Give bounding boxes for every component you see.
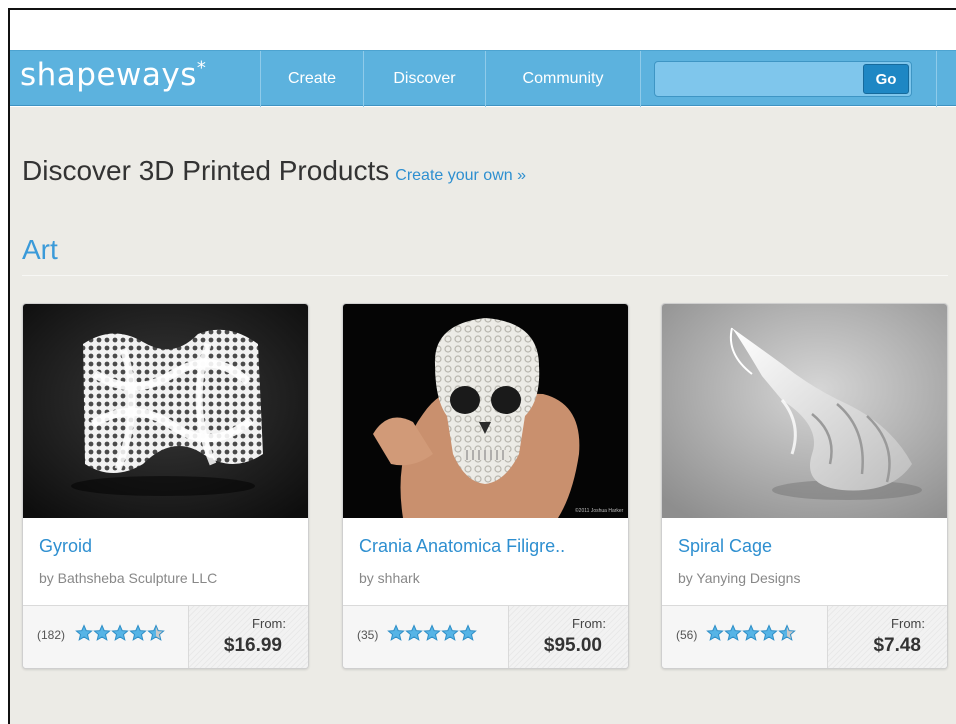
create-your-own-link[interactable]: Create your own » [395, 167, 526, 184]
nav-divider [936, 51, 937, 107]
product-image-spiral-cage[interactable] [662, 304, 947, 518]
from-label: From: [252, 616, 286, 631]
product-footer: (56) From: $7.48 [662, 605, 947, 668]
product-footer: (182) From: $16.99 [23, 605, 308, 668]
star-icon [778, 624, 796, 641]
product-footer: (35) From: $95.00 [343, 605, 628, 668]
section-title-art: Art [22, 234, 58, 265]
nav-discover[interactable]: Discover [364, 51, 485, 107]
star-icon [387, 624, 405, 641]
search-box: Go [654, 61, 912, 97]
rating-area: (56) [662, 606, 827, 668]
product-title[interactable]: Crania Anatomica Filigre.. [359, 536, 565, 557]
star-icon [147, 624, 165, 641]
star-icon [423, 624, 441, 641]
product-designer: by Bathsheba Sculpture LLC [39, 570, 218, 586]
star-rating [706, 624, 796, 646]
nav-create[interactable]: Create [261, 51, 363, 107]
section-divider [22, 275, 948, 276]
logo-asterisk: * [196, 57, 207, 79]
star-icon [93, 624, 111, 641]
product-image-crania-anatomica[interactable]: ©2011 Joshua Harker [343, 304, 628, 518]
search-input[interactable] [655, 62, 861, 96]
star-icon [706, 624, 724, 641]
nav-divider [640, 51, 641, 107]
product-card-gyroid: Gyroid by Bathsheba Sculpture LLC (182) … [22, 303, 309, 669]
rating-area: (35) [343, 606, 508, 668]
star-icon [724, 624, 742, 641]
nav-community[interactable]: Community [486, 51, 640, 107]
star-icon [75, 624, 93, 641]
browser-viewport: shapeways* Create Discover Community Go … [8, 8, 956, 724]
product-title[interactable]: Gyroid [39, 536, 92, 557]
price-area: From: $16.99 [188, 606, 308, 668]
top-navigation-bar: shapeways* Create Discover Community Go [10, 50, 956, 107]
star-icon [129, 624, 147, 641]
product-price: $7.48 [873, 635, 921, 656]
star-icon [459, 624, 477, 641]
star-icon [111, 624, 129, 641]
product-designer: by Yanying Designs [678, 570, 801, 586]
product-card-crania-anatomica: ©2011 Joshua Harker Crania Anatomica Fil… [342, 303, 629, 669]
star-icon [742, 624, 760, 641]
star-icon [760, 624, 778, 641]
search-go-button[interactable]: Go [863, 64, 909, 94]
star-rating [75, 624, 165, 646]
product-designer: by shhark [359, 570, 420, 586]
from-label: From: [572, 616, 606, 631]
shapeways-logo[interactable]: shapeways* [20, 57, 206, 93]
star-icon [441, 624, 459, 641]
product-price: $16.99 [223, 635, 282, 656]
product-card-spiral-cage: Spiral Cage by Yanying Designs (56) From… [661, 303, 948, 669]
price-area: From: $95.00 [508, 606, 628, 668]
star-icon [405, 624, 423, 641]
from-label: From: [891, 616, 925, 631]
review-count: (35) [357, 628, 379, 642]
price-area: From: $7.48 [827, 606, 947, 668]
product-image-gyroid[interactable] [23, 304, 308, 518]
rating-area: (182) [23, 606, 188, 668]
page-title: Discover 3D Printed Products Create your … [22, 155, 526, 186]
main-content: Discover 3D Printed Products Create your … [10, 107, 956, 724]
star-rating [387, 624, 477, 646]
review-count: (56) [676, 628, 698, 642]
product-price: $95.00 [543, 635, 602, 656]
product-title[interactable]: Spiral Cage [678, 536, 772, 557]
review-count: (182) [37, 628, 66, 642]
image-copyright: ©2011 Joshua Harker [575, 507, 624, 514]
